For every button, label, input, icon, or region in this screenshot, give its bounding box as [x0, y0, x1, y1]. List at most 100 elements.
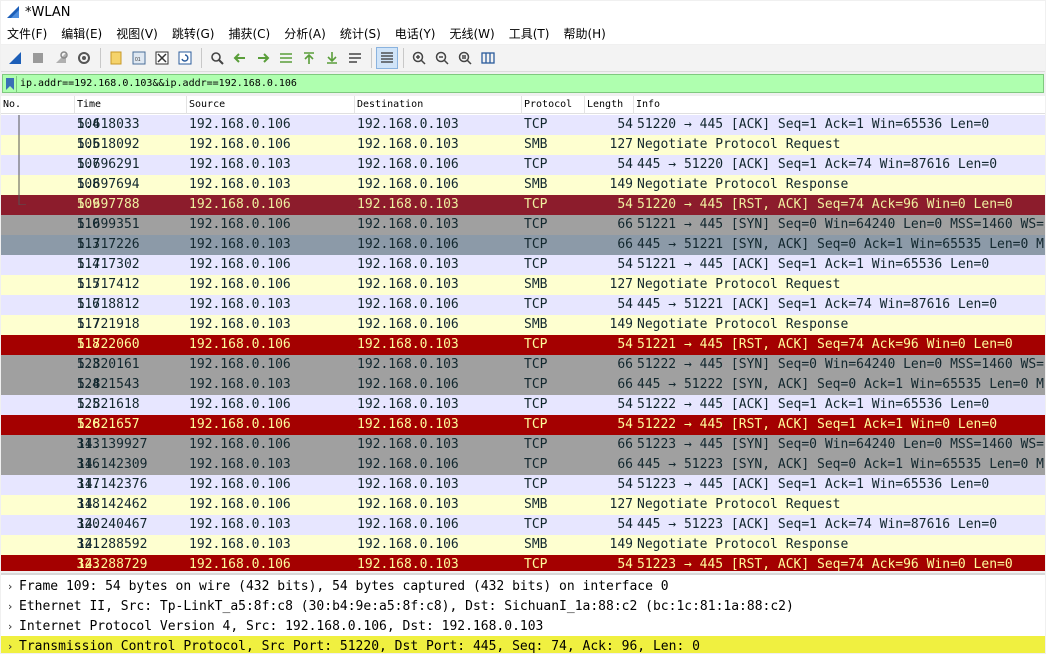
menu-bar: 文件(F) 编辑(E) 视图(V) 跳转(G) 捕获(C) 分析(A) 统计(S) 电话(Y)… — [1, 23, 1045, 44]
packet-info: 445 → 51221 [ACK] Seq=1 Ack=74 Win=87616… — [637, 297, 998, 312]
options-button[interactable] — [73, 47, 95, 69]
packet-destination: 192.168.0.103 — [357, 337, 459, 352]
packet-row[interactable]: 105 5.618092 192.168.0.106 192.168.0.103 SMB… — [1, 135, 1045, 155]
packet-row[interactable]: 104 5.618033 192.168.0.106 192.168.0.103 TCP… — [1, 115, 1045, 135]
column-header-length[interactable]: Length — [585, 96, 634, 114]
restart-button[interactable] — [50, 47, 72, 69]
packet-row[interactable]: 108 5.697694 192.168.0.103 192.168.0.106 SMB… — [1, 175, 1045, 195]
packet-row[interactable]: 321 14.288592 192.168.0.103 192.168.0.106 SM… — [1, 535, 1045, 555]
packet-destination: 192.168.0.103 — [357, 117, 459, 132]
packet-row[interactable]: 318 14.142462 192.168.0.106 192.168.0.103 SM… — [1, 495, 1045, 515]
zoom-normal-icon — [458, 51, 472, 65]
close-file-button[interactable] — [151, 47, 173, 69]
display-filter-input[interactable] — [20, 75, 1043, 92]
packet-row[interactable]: 320 14.240467 192.168.0.103 192.168.0.106 TC… — [1, 515, 1045, 535]
find-button[interactable] — [206, 47, 228, 69]
menu-item-10[interactable]: 帮助(H) — [557, 25, 613, 42]
packet-protocol: TCP — [524, 217, 548, 232]
detail-tree-item[interactable]: › Frame 109: 54 bytes on wire (432 bits),… — [1, 576, 1045, 596]
packet-row[interactable]: 118 5.722060 192.168.0.106 192.168.0.103 TCP… — [1, 335, 1045, 355]
packet-row[interactable]: 124 5.821543 192.168.0.103 192.168.0.106 TCP… — [1, 375, 1045, 395]
packet-length: 54 — [617, 197, 633, 212]
autoscroll-button[interactable] — [344, 47, 366, 69]
menu-item-9[interactable]: 工具(T) — [503, 25, 558, 42]
packet-length: 66 — [617, 357, 633, 372]
reload-button[interactable] — [174, 47, 196, 69]
packet-protocol: TCP — [524, 417, 548, 432]
packet-length: 54 — [617, 157, 633, 172]
resize-columns-button[interactable] — [477, 47, 499, 69]
column-header-time[interactable]: Time — [75, 96, 187, 114]
menu-item-6[interactable]: 统计(S) — [334, 25, 389, 42]
expand-chevron-icon[interactable]: › — [1, 640, 19, 653]
toolbar-separator — [371, 48, 372, 68]
packet-info: 51220 → 445 [ACK] Seq=1 Ack=1 Win=65536 … — [637, 117, 990, 132]
stop-button[interactable] — [27, 47, 49, 69]
packet-destination: 192.168.0.103 — [357, 497, 459, 512]
detail-tree-item[interactable]: › Transmission Control Protocol, Src Port… — [1, 636, 1045, 653]
go-to-packet-icon — [280, 53, 292, 63]
packet-protocol: TCP — [524, 257, 548, 272]
packet-row[interactable]: 115 5.717412 192.168.0.106 192.168.0.103 SMB… — [1, 275, 1045, 295]
menu-item-7[interactable]: 电话(Y) — [389, 25, 444, 42]
packet-row[interactable]: 126 5.821657 192.168.0.106 192.168.0.103 TCP… — [1, 415, 1045, 435]
zoom-out-button[interactable] — [431, 47, 453, 69]
packet-row[interactable]: 323 14.288729 192.168.0.106 192.168.0.103 TC… — [1, 555, 1045, 571]
column-header-destination[interactable]: Destination — [355, 96, 522, 114]
packet-protocol: TCP — [524, 437, 548, 452]
column-header-protocol[interactable]: Protocol — [522, 96, 585, 114]
column-header-info[interactable]: Info — [634, 96, 1045, 114]
packet-row[interactable]: 125 5.821618 192.168.0.106 192.168.0.103 TCP… — [1, 395, 1045, 415]
packet-row[interactable]: 114 5.717302 192.168.0.106 192.168.0.103 TCP… — [1, 255, 1045, 275]
packet-row[interactable]: 110 5.699351 192.168.0.106 192.168.0.103 TCP… — [1, 215, 1045, 235]
filter-bookmark-icon[interactable] — [3, 75, 17, 92]
menu-item-8[interactable]: 无线(W) — [444, 25, 503, 42]
packet-row[interactable]: 123 5.820161 192.168.0.106 192.168.0.103 TCP… — [1, 355, 1045, 375]
menu-item-4[interactable]: 捕获(C) — [222, 25, 278, 42]
menu-item-0[interactable]: 文件(F) — [1, 25, 55, 42]
packet-row[interactable]: 316 14.142309 192.168.0.103 192.168.0.106 TC… — [1, 455, 1045, 475]
go-back-button[interactable] — [229, 47, 251, 69]
menu-item-1[interactable]: 编辑(E) — [55, 25, 110, 42]
selected-packet-row[interactable]: 109 5.697788 192.168.0.106 192.168.0.103 TCP… — [1, 195, 1045, 215]
colorize-button[interactable] — [376, 47, 398, 69]
detail-tree-item[interactable]: › Ethernet II, Src: Tp-LinkT_a5:8f:c8 (30… — [1, 596, 1045, 616]
packet-row[interactable]: 117 5.721918 192.168.0.103 192.168.0.106 SMB… — [1, 315, 1045, 335]
open-file-button[interactable] — [105, 47, 127, 69]
packet-length: 149 — [609, 177, 633, 192]
zoom-normal-button[interactable] — [454, 47, 476, 69]
packet-destination: 192.168.0.103 — [357, 137, 459, 152]
packet-row[interactable]: 107 5.696291 192.168.0.103 192.168.0.106 TCP… — [1, 155, 1045, 175]
go-to-packet-button[interactable] — [275, 47, 297, 69]
shark-start-button[interactable] — [4, 47, 26, 69]
save-file-button[interactable]: 01 — [128, 47, 150, 69]
expand-chevron-icon[interactable]: › — [1, 580, 19, 593]
menu-item-2[interactable]: 视图(V) — [110, 25, 166, 42]
main-toolbar: 01 — [1, 45, 1045, 72]
column-header-no[interactable]: No. — [1, 96, 75, 114]
go-forward-button[interactable] — [252, 47, 274, 69]
packet-source: 192.168.0.103 — [189, 237, 291, 252]
packet-time: 5.821618 — [77, 397, 140, 412]
packet-time: 5.696291 — [77, 157, 140, 172]
packet-length: 66 — [617, 217, 633, 232]
detail-tree-item[interactable]: › Internet Protocol Version 4, Src: 192.1… — [1, 616, 1045, 636]
packet-protocol: TCP — [524, 377, 548, 392]
packet-row[interactable]: 313 14.139927 192.168.0.106 192.168.0.103 TC… — [1, 435, 1045, 455]
packet-protocol: SMB — [524, 177, 548, 192]
menu-item-5[interactable]: 分析(A) — [278, 25, 334, 42]
packet-row[interactable]: 116 5.718812 192.168.0.103 192.168.0.106 TCP… — [1, 295, 1045, 315]
zoom-in-button[interactable] — [408, 47, 430, 69]
packet-row[interactable]: 113 5.717226 192.168.0.103 192.168.0.106 TCP… — [1, 235, 1045, 255]
expand-chevron-icon[interactable]: › — [1, 600, 19, 613]
column-header-source[interactable]: Source — [187, 96, 355, 114]
go-first-button[interactable] — [298, 47, 320, 69]
options-icon — [78, 52, 90, 64]
packet-info: 445 → 51221 [SYN, ACK] Seq=0 Ack=1 Win=6… — [637, 237, 1045, 252]
packet-source: 192.168.0.106 — [189, 137, 291, 152]
menu-item-3[interactable]: 跳转(G) — [166, 25, 223, 42]
go-last-button[interactable] — [321, 47, 343, 69]
detail-tree-label: Transmission Control Protocol, Src Port:… — [19, 638, 700, 654]
expand-chevron-icon[interactable]: › — [1, 620, 19, 633]
packet-row[interactable]: 317 14.142376 192.168.0.106 192.168.0.103 TC… — [1, 475, 1045, 495]
